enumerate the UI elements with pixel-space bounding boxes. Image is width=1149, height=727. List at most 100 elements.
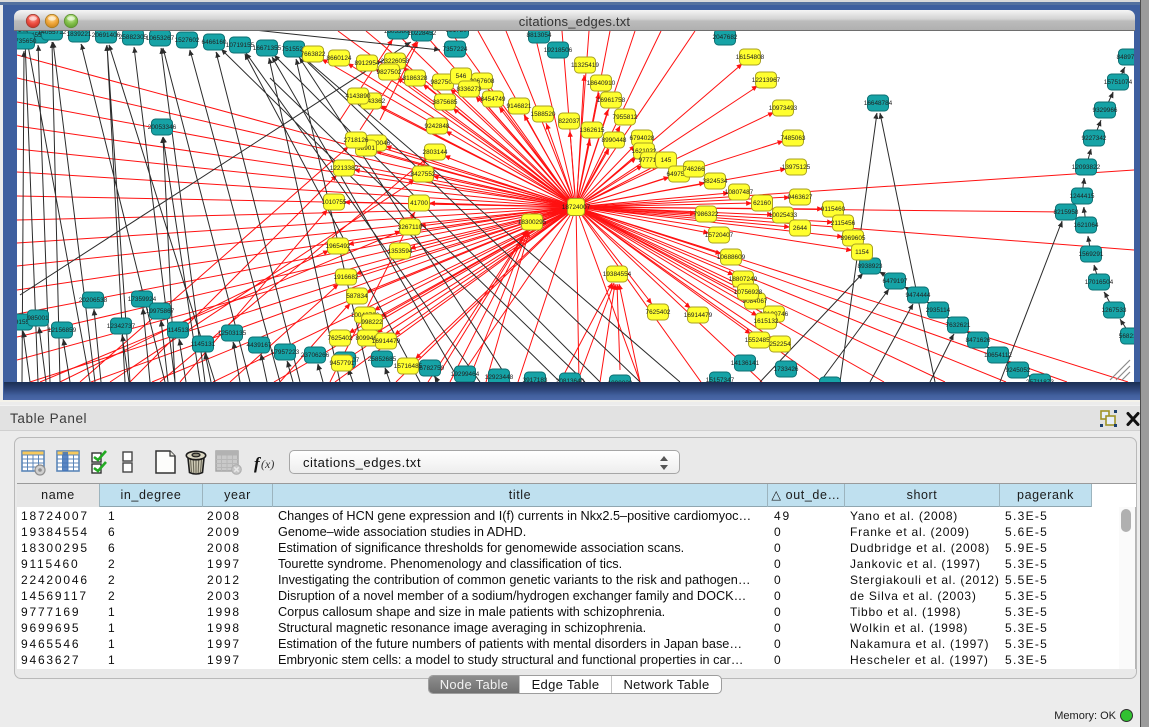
svg-text:15720407: 15720407 xyxy=(705,232,734,239)
svg-text:3875685: 3875685 xyxy=(433,99,458,106)
svg-text:1621064: 1621064 xyxy=(1074,222,1099,229)
svg-text:20691406: 20691406 xyxy=(92,32,121,39)
svg-text:25882305: 25882305 xyxy=(119,34,148,41)
svg-text:6479197: 6479197 xyxy=(883,278,908,285)
svg-text:1588520: 1588520 xyxy=(531,111,556,118)
svg-text:2047682: 2047682 xyxy=(713,34,738,41)
svg-text:746266: 746266 xyxy=(683,166,705,173)
svg-text:18724007: 18724007 xyxy=(562,204,591,211)
svg-text:5682115: 5682115 xyxy=(1119,333,1134,340)
svg-text:8660124: 8660124 xyxy=(327,55,352,62)
svg-text:8489709: 8489709 xyxy=(1117,54,1134,61)
svg-text:12213967: 12213967 xyxy=(752,77,781,84)
svg-text:2935114: 2935114 xyxy=(926,307,951,314)
svg-text:17359924: 17359924 xyxy=(128,296,157,303)
svg-text:19218506: 19218506 xyxy=(544,47,573,54)
svg-text:1010755: 1010755 xyxy=(322,199,347,206)
svg-text:8990448: 8990448 xyxy=(602,137,627,144)
svg-text:15157347: 15157347 xyxy=(706,377,735,382)
svg-text:9227342: 9227342 xyxy=(1082,135,1107,142)
svg-text:9217207: 9217207 xyxy=(446,31,471,34)
svg-text:14136141: 14136141 xyxy=(731,360,760,367)
svg-text:4143890: 4143890 xyxy=(346,93,371,100)
svg-text:8912954: 8912954 xyxy=(355,60,380,67)
svg-text:16648784: 16648784 xyxy=(864,100,893,107)
svg-text:18807249: 18807249 xyxy=(729,276,758,283)
svg-text:8813054: 8813054 xyxy=(527,32,552,39)
svg-text:18300295: 18300295 xyxy=(518,219,547,226)
svg-text:2803144: 2803144 xyxy=(423,149,448,156)
svg-text:16914479: 16914479 xyxy=(372,338,401,345)
svg-text:16914479: 16914479 xyxy=(684,312,713,319)
svg-text:9242848: 9242848 xyxy=(425,123,450,130)
svg-text:16154808: 16154808 xyxy=(736,54,765,61)
svg-text:19975867: 19975867 xyxy=(146,308,175,315)
svg-text:62160: 62160 xyxy=(753,200,771,207)
svg-text:16961758: 16961758 xyxy=(597,97,626,104)
svg-text:19299464: 19299464 xyxy=(451,371,480,378)
svg-text:1154: 1154 xyxy=(855,249,869,256)
svg-text:3267110: 3267110 xyxy=(398,224,423,231)
svg-text:7986322: 7986322 xyxy=(694,211,719,218)
svg-text:12213382: 12213382 xyxy=(330,165,359,172)
svg-text:12342737: 12342737 xyxy=(107,323,136,330)
svg-text:10228452: 10228452 xyxy=(408,31,437,37)
svg-text:7663822: 7663822 xyxy=(301,51,326,58)
svg-text:12093822: 12093822 xyxy=(1072,164,1101,171)
svg-text:1569291: 1569291 xyxy=(1079,251,1104,258)
svg-text:13975125: 13975125 xyxy=(782,164,811,171)
svg-text:10973493: 10973493 xyxy=(769,105,798,112)
svg-text:7625402: 7625402 xyxy=(646,309,671,316)
svg-text:9245052: 9245052 xyxy=(1006,367,1031,374)
svg-text:12156859: 12156859 xyxy=(48,327,77,334)
svg-text:4439167: 4439167 xyxy=(247,342,272,349)
svg-text:998222: 998222 xyxy=(361,319,383,326)
svg-text:7485063: 7485063 xyxy=(781,135,806,142)
svg-text:1999828: 1999828 xyxy=(608,380,633,382)
svg-text:20206538: 20206538 xyxy=(79,297,108,304)
svg-text:9457791: 9457791 xyxy=(330,360,355,367)
svg-text:20053346: 20053346 xyxy=(148,124,177,131)
svg-text:17016504: 17016504 xyxy=(1085,279,1114,286)
svg-text:1839221: 1839221 xyxy=(67,31,92,38)
svg-text:7955812: 7955812 xyxy=(613,114,638,121)
svg-text:546: 546 xyxy=(456,73,467,80)
svg-text:12503135: 12503135 xyxy=(218,330,247,337)
svg-text:3917183: 3917183 xyxy=(523,377,548,382)
svg-text:15751074: 15751074 xyxy=(1104,79,1133,86)
svg-text:114513: 114513 xyxy=(168,327,189,334)
svg-text:822037: 822037 xyxy=(558,118,580,125)
svg-text:41700: 41700 xyxy=(410,200,428,207)
svg-text:10807487: 10807487 xyxy=(725,189,754,196)
svg-text:252254: 252254 xyxy=(769,341,791,348)
svg-text:1267533: 1267533 xyxy=(1102,307,1127,314)
svg-text:1353594: 1353594 xyxy=(388,248,413,255)
svg-text:8471626: 8471626 xyxy=(966,337,991,344)
svg-text:8938923: 8938923 xyxy=(858,263,883,270)
svg-text:4735650: 4735650 xyxy=(17,38,37,45)
svg-text:2718126: 2718126 xyxy=(344,137,369,144)
svg-text:2115456: 2115456 xyxy=(831,220,856,227)
svg-text:(x): (x) xyxy=(261,457,274,471)
svg-text:7357224: 7357224 xyxy=(443,46,468,53)
svg-text:1916682: 1916682 xyxy=(334,274,359,281)
svg-text:11325419: 11325419 xyxy=(571,62,599,69)
svg-text:19384554: 19384554 xyxy=(603,271,632,278)
svg-text:9463627: 9463627 xyxy=(788,194,813,201)
svg-text:2644: 2644 xyxy=(793,225,808,232)
svg-text:8454749: 8454749 xyxy=(481,96,506,103)
svg-text:8427552: 8427552 xyxy=(411,171,436,178)
svg-text:10756928: 10756928 xyxy=(734,289,763,296)
svg-text:985001: 985001 xyxy=(27,315,49,322)
svg-text:9115460: 9115460 xyxy=(821,206,846,213)
svg-text:12923448: 12923448 xyxy=(485,374,514,381)
svg-text:17957223: 17957223 xyxy=(271,349,300,356)
svg-text:10653267: 10653267 xyxy=(146,35,175,42)
svg-text:10719155: 10719155 xyxy=(226,42,255,49)
svg-text:1733426: 1733426 xyxy=(774,366,799,373)
svg-text:1244415: 1244415 xyxy=(1070,193,1095,200)
svg-text:145: 145 xyxy=(661,157,672,164)
svg-text:9146821: 9146821 xyxy=(507,103,532,110)
svg-text:18640910: 18640910 xyxy=(587,80,616,87)
svg-text:9329966: 9329966 xyxy=(1093,107,1118,114)
